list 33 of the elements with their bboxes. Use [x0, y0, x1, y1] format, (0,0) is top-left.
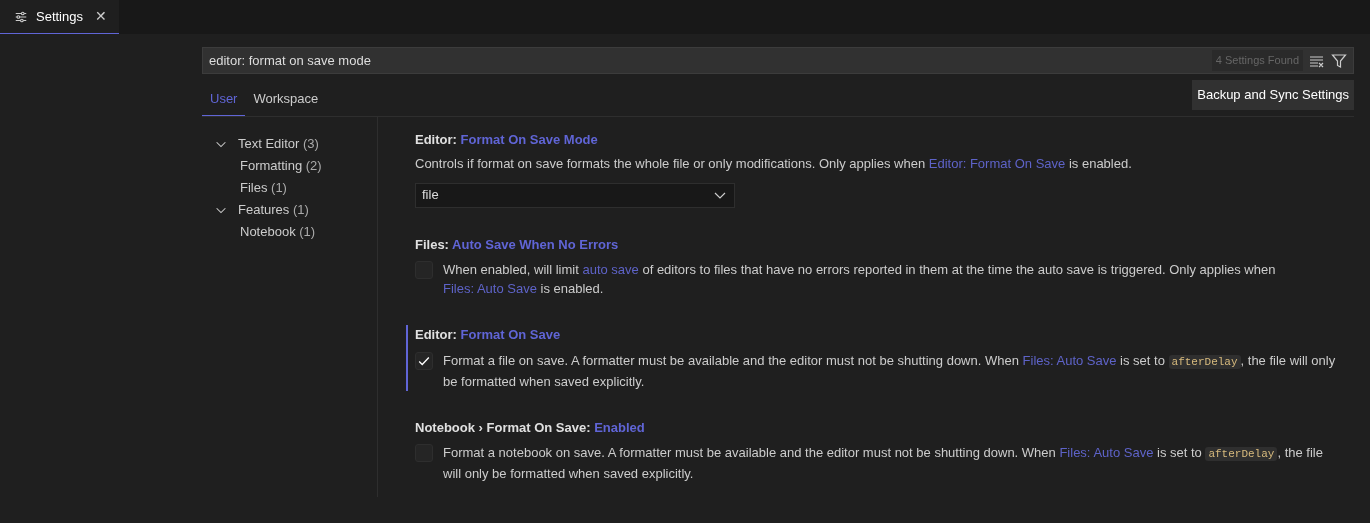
dropdown-value: file [422, 186, 439, 205]
setting-title: Editor: Format On Save [415, 326, 562, 344]
code-text: afterDelay [1168, 354, 1241, 369]
tab-title: Settings [36, 7, 83, 26]
sync-button[interactable]: Backup and Sync Settings [1192, 80, 1354, 110]
settings-icon [14, 9, 28, 24]
setting-title: Editor: Format On Save Mode [415, 131, 599, 149]
setting-title: Notebook › Format On Save: Enabled [415, 418, 646, 437]
tree-label: Notebook (1) [240, 223, 316, 242]
setting-description: Controls if format on save formats the whole file or only modifications. Only applies when Editor: Format On Save is enabled. [415, 154, 1133, 173]
code-text: afterDelay [1205, 447, 1278, 461]
setting-title: Files: Auto Save When No Errors [415, 235, 620, 254]
tree-item[interactable]: Files (1) [202, 177, 377, 199]
scope-tab[interactable]: Workspace [245, 80, 327, 116]
tree-item[interactable]: Formatting (2) [202, 155, 377, 177]
result-count: 4 Settings Found [1211, 50, 1303, 71]
setting-description: Format a notebook on save. A formatter must be available and the editor must not be shutting down. When Files: Auto Save is set to afterDelay , the file will only be formatted when saved explicitly. [443, 444, 1324, 483]
tree-label: Text Editor (3) [238, 135, 319, 154]
setting-description: When enabled, will limit auto save of editors to files that have no errors reported in them at the time the auto save is triggered. Only applies when Files: Auto Save is enabled. [443, 261, 1277, 298]
tree-label: Files (1) [240, 179, 287, 198]
tree-label: Features (1) [238, 201, 309, 220]
checkbox[interactable] [415, 351, 433, 370]
setting-description: Format a file on save. A formatter must be available and the editor must not be shutting down. When Files: Auto Save is set to afterDelay , the file will only be formatted when saved explicitly. [443, 351, 1337, 391]
close-button[interactable]: ✕ [93, 6, 109, 27]
editor-tab[interactable]: Settings ✕ [0, 0, 119, 34]
tree-label: Formatting (2) [240, 157, 322, 176]
search-field[interactable]: editor: format on save mode [209, 50, 1212, 71]
filter-icon [1331, 52, 1347, 69]
tree-item[interactable]: Notebook (1) [202, 221, 377, 243]
search-box[interactable]: editor: format on save mode 4 Settings Found [202, 47, 1354, 74]
dropdown[interactable]: file [415, 182, 735, 208]
tree-item[interactable]: Text Editor (3) [202, 133, 377, 155]
tree-item[interactable]: Features (1) [202, 199, 377, 221]
